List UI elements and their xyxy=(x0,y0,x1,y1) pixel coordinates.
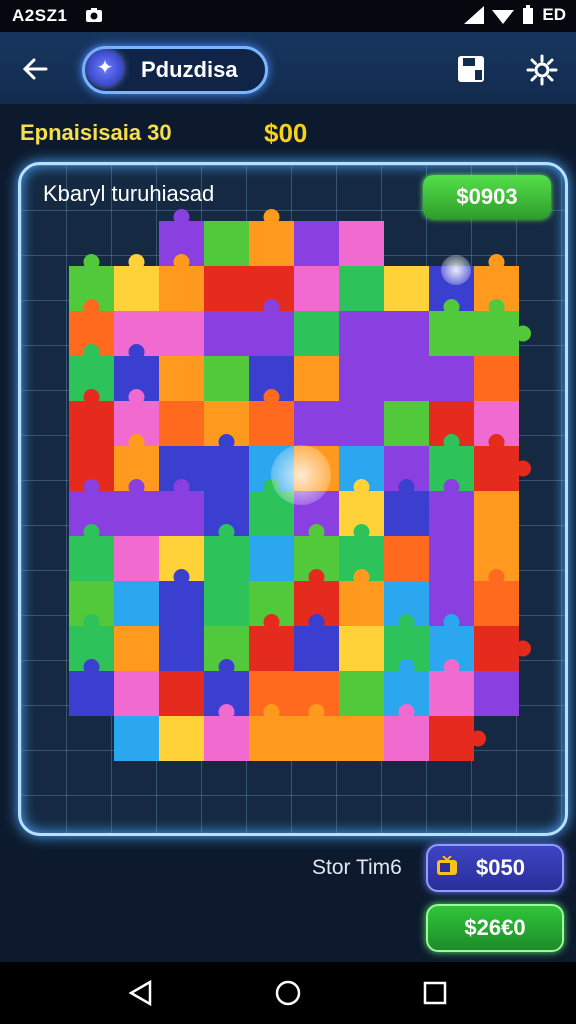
puzzle-piece[interactable] xyxy=(474,356,519,401)
puzzle-piece[interactable] xyxy=(159,401,204,446)
timer-value: $050 xyxy=(476,855,525,880)
puzzle-board[interactable]: Kbaryl turuhiasad $0903 xyxy=(18,162,568,836)
bonus-button[interactable]: $26€0 xyxy=(426,904,564,952)
timer-row: Stor Tim6 $050 xyxy=(0,844,576,892)
timer-label: Stor Tim6 xyxy=(312,856,402,879)
puzzle-piece[interactable] xyxy=(159,356,204,401)
signal-icon xyxy=(464,6,485,24)
plus-star-icon: ✦ xyxy=(87,50,123,86)
highlight-glow xyxy=(441,255,471,285)
timer-button[interactable]: $050 xyxy=(426,844,564,892)
app-title: Pduzdisa xyxy=(141,57,238,82)
puzzle-piece[interactable] xyxy=(114,581,159,626)
save-icon[interactable] xyxy=(456,54,486,84)
status-bar: A2SZ1 ED xyxy=(0,0,576,32)
puzzle-piece[interactable] xyxy=(114,254,159,311)
square-recents-icon[interactable] xyxy=(420,978,450,1008)
puzzle-piece[interactable] xyxy=(204,581,249,626)
level-text: Epnaisisaia 30 xyxy=(20,120,172,145)
status-icons: ED xyxy=(464,5,566,25)
puzzle-piece[interactable] xyxy=(384,266,429,311)
board-label: Kbaryl turuhiasad xyxy=(43,181,215,206)
status-time: A2SZ1 xyxy=(12,6,68,25)
coins-text: $00 xyxy=(264,118,308,148)
puzzle-piece[interactable] xyxy=(114,536,159,581)
puzzle-piece[interactable] xyxy=(474,491,519,536)
puzzle-piece[interactable] xyxy=(294,311,339,356)
network-label: ED xyxy=(542,5,566,24)
wifi-icon xyxy=(492,10,515,24)
puzzle-piece[interactable] xyxy=(114,671,159,716)
puzzle-piece[interactable] xyxy=(294,266,339,311)
navigation-bar xyxy=(0,962,576,1024)
tv-icon xyxy=(437,856,457,875)
puzzle-piece[interactable] xyxy=(339,716,384,761)
puzzle-piece[interactable] xyxy=(429,716,486,761)
info-bar: Epnaisisaia 30 $00 xyxy=(0,104,576,158)
back-arrow-icon[interactable] xyxy=(18,52,52,86)
puzzle-piece[interactable] xyxy=(159,311,204,356)
puzzle-piece[interactable] xyxy=(294,401,339,446)
score-badge: $0903 xyxy=(423,175,551,219)
puzzle-piece[interactable] xyxy=(339,671,384,716)
puzzle-piece[interactable] xyxy=(339,401,384,446)
highlight-glow xyxy=(271,445,331,505)
circle-home-icon[interactable] xyxy=(273,978,303,1008)
puzzle-piece[interactable] xyxy=(204,311,249,356)
puzzle-piece[interactable] xyxy=(339,221,384,266)
camera-icon xyxy=(86,8,102,22)
title-pill[interactable]: ✦ Pduzdisa xyxy=(82,46,268,94)
triangle-back-icon[interactable] xyxy=(126,978,156,1008)
gear-icon[interactable] xyxy=(526,54,558,86)
puzzle-piece[interactable] xyxy=(474,671,519,716)
battery-icon xyxy=(523,5,534,24)
puzzle-piece[interactable] xyxy=(384,536,429,581)
puzzle-piece[interactable] xyxy=(474,626,531,671)
puzzle-piece[interactable] xyxy=(114,626,159,671)
puzzle-piece[interactable] xyxy=(339,266,384,311)
app-bar: ✦ Pduzdisa xyxy=(0,32,576,104)
